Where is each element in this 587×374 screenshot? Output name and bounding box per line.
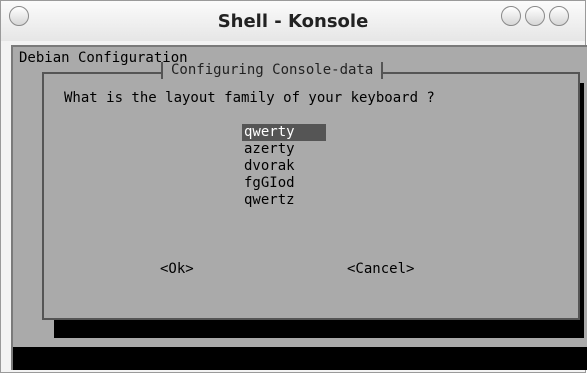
window-title: Shell - Konsole xyxy=(217,11,369,32)
maximize-icon[interactable] xyxy=(525,6,545,26)
terminal-area[interactable]: Debian Configuration Configuring Console… xyxy=(11,45,587,370)
ok-button[interactable]: <Ok> xyxy=(160,261,194,278)
option-dvorak[interactable]: dvorak xyxy=(242,158,326,175)
option-qwertz[interactable]: qwertz xyxy=(242,192,326,209)
keyboard-layout-list: qwerty azerty dvorak fgGIod qwertz xyxy=(242,124,326,209)
minimize-icon[interactable] xyxy=(501,6,521,26)
close-icon[interactable] xyxy=(549,6,569,26)
terminal-bottom xyxy=(13,347,587,370)
config-dialog: Configuring Console-data What is the lay… xyxy=(42,62,580,320)
konsole-window: Shell - Konsole Debian Configuration Con… xyxy=(0,0,587,373)
cancel-button[interactable]: <Cancel> xyxy=(347,261,414,278)
title-bar[interactable]: Shell - Konsole xyxy=(1,1,585,41)
option-fgglod[interactable]: fgGIod xyxy=(242,175,326,192)
option-azerty[interactable]: azerty xyxy=(242,141,326,158)
option-qwerty[interactable]: qwerty xyxy=(242,124,326,141)
dialog-question: What is the layout family of your keyboa… xyxy=(64,90,435,106)
dialog-title: Configuring Console-data xyxy=(161,62,384,79)
